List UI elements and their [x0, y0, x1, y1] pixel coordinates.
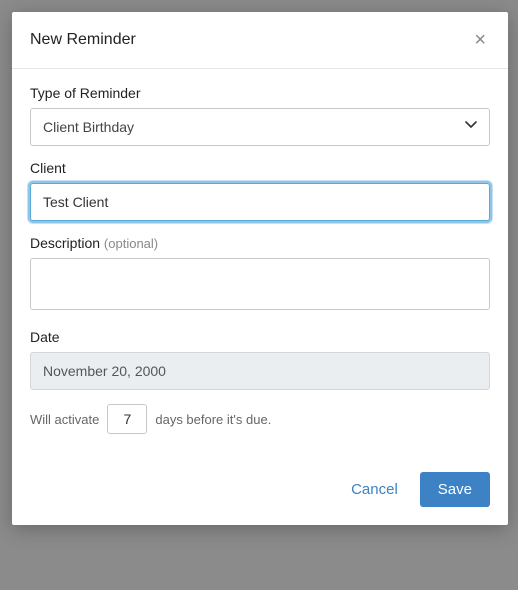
client-input[interactable]: [30, 183, 490, 221]
date-label: Date: [30, 329, 490, 345]
close-button[interactable]: ×: [470, 28, 490, 52]
close-icon: ×: [474, 29, 486, 51]
modal-title: New Reminder: [30, 31, 136, 49]
description-label-text: Description: [30, 235, 100, 251]
description-label: Description (optional): [30, 235, 490, 251]
save-button[interactable]: Save: [420, 472, 490, 507]
description-field: Description (optional): [30, 235, 490, 315]
activate-prefix: Will activate: [30, 412, 99, 427]
activate-days-input[interactable]: [107, 404, 147, 434]
type-of-reminder-field: Type of Reminder Client Birthday: [30, 85, 490, 146]
modal-header: New Reminder ×: [12, 12, 508, 69]
modal-body: Type of Reminder Client Birthday Client …: [12, 69, 508, 458]
date-field: Date November 20, 2000: [30, 329, 490, 390]
new-reminder-modal: New Reminder × Type of Reminder Client B…: [12, 12, 508, 525]
date-value: November 20, 2000: [43, 363, 166, 379]
type-of-reminder-select[interactable]: Client Birthday: [30, 108, 490, 146]
client-field: Client: [30, 160, 490, 221]
type-of-reminder-selected: Client Birthday: [30, 108, 490, 146]
date-display[interactable]: November 20, 2000: [30, 352, 490, 390]
activate-row: Will activate days before it's due.: [30, 404, 490, 434]
type-of-reminder-label: Type of Reminder: [30, 85, 490, 101]
description-optional-hint: (optional): [104, 236, 158, 251]
description-input[interactable]: [30, 258, 490, 310]
modal-footer: Cancel Save: [12, 458, 508, 525]
cancel-button[interactable]: Cancel: [347, 475, 402, 504]
type-of-reminder-value: Client Birthday: [43, 119, 134, 135]
client-label: Client: [30, 160, 490, 176]
activate-suffix: days before it's due.: [155, 412, 271, 427]
